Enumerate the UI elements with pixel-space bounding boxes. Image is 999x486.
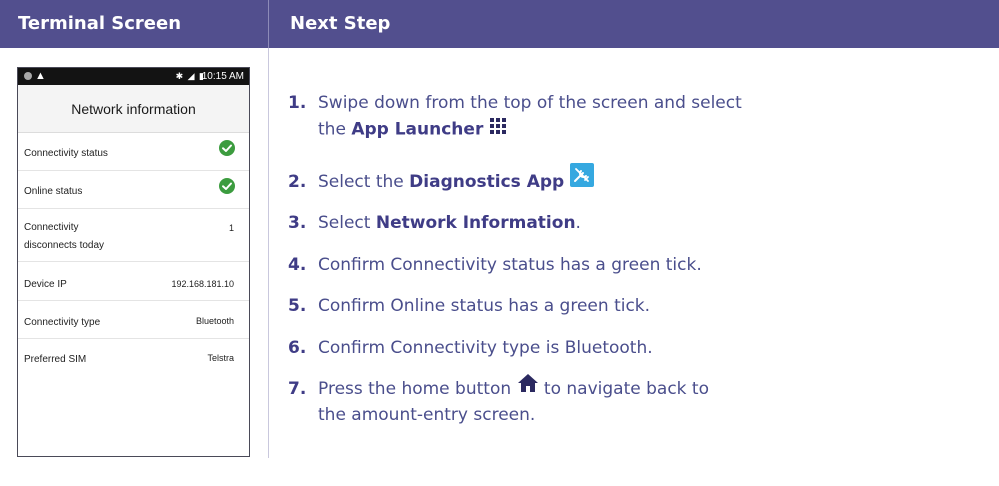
app-launcher-grid-icon bbox=[489, 117, 507, 142]
step-text-suffix: . bbox=[575, 213, 581, 233]
header-divider bbox=[268, 0, 269, 48]
row-label-device-ip: Device IP bbox=[24, 279, 67, 290]
column-divider bbox=[268, 48, 269, 458]
table-header: Terminal Screen Next Step bbox=[0, 0, 999, 48]
row-label-online-status: Online status bbox=[24, 186, 83, 197]
row-value-preferred-sim: Telstra bbox=[207, 353, 234, 363]
notification-dot-icon bbox=[24, 72, 32, 80]
step-text: Confirm Connectivity status has a green … bbox=[318, 255, 702, 275]
step-number: 2. bbox=[288, 172, 307, 192]
step-text-prefix: the bbox=[318, 119, 352, 140]
step-text: Select the Diagnostics App bbox=[318, 162, 594, 194]
step-text-line2: the amount-entry screen. bbox=[318, 405, 536, 425]
row-label-disconnects-today: disconnects today bbox=[24, 240, 105, 251]
step-number: 5. bbox=[288, 296, 307, 316]
step-number: 3. bbox=[288, 213, 307, 233]
home-icon bbox=[517, 373, 539, 400]
step-text-prefix: Press the home button bbox=[318, 379, 512, 399]
step-text: Select Network Information. bbox=[318, 211, 581, 235]
row-divider bbox=[18, 261, 249, 262]
row-label-preferred-sim: Preferred SIM bbox=[24, 354, 87, 365]
row-divider bbox=[18, 300, 249, 301]
step-number: 4. bbox=[288, 255, 307, 275]
row-divider bbox=[18, 208, 249, 209]
row-value-device-ip: 192.168.181.10 bbox=[171, 279, 234, 289]
step-text: Confirm Connectivity type is Bluetooth. bbox=[318, 338, 653, 358]
step-number: 7. bbox=[288, 379, 307, 399]
step-text-line2: the App Launcher bbox=[318, 117, 507, 142]
terminal-screen-heading: Terminal Screen bbox=[18, 13, 182, 34]
row-divider bbox=[18, 338, 249, 339]
step-text: Swipe down from the top of the screen an… bbox=[318, 93, 742, 113]
row-divider bbox=[18, 170, 249, 171]
green-tick-icon bbox=[219, 140, 235, 156]
step-number: 6. bbox=[288, 338, 307, 358]
row-label-connectivity-type: Connectivity type bbox=[24, 317, 101, 328]
app-launcher-label: App Launcher bbox=[351, 119, 484, 140]
row-label-connectivity-status: Connectivity status bbox=[24, 148, 108, 159]
step-text-prefix: Select the bbox=[318, 172, 410, 192]
status-bar: ▲ ✱ ◢ ▮ 10:15 AM bbox=[18, 68, 249, 85]
row-label-connectivity: Connectivity bbox=[24, 222, 79, 233]
warning-icon: ▲ bbox=[35, 70, 46, 82]
step-text-suffix: to navigate back to bbox=[538, 379, 709, 399]
step-text-prefix: Select bbox=[318, 213, 376, 233]
green-tick-icon bbox=[219, 178, 235, 194]
row-value-disconnects: 1 bbox=[228, 223, 234, 233]
row-value-connectivity-type: Bluetooth bbox=[195, 316, 234, 326]
screen-title: Network information bbox=[18, 85, 249, 133]
step-text: Press the home button to navigate back t… bbox=[318, 373, 709, 401]
network-information-label: Network Information bbox=[375, 213, 576, 233]
step-number: 1. bbox=[288, 93, 307, 113]
terminal-screenshot: ▲ ✱ ◢ ▮ 10:15 AM Network information Con… bbox=[17, 67, 250, 457]
status-icons: ✱ ◢ ▮ bbox=[175, 71, 205, 81]
step-text: Confirm Online status has a green tick. bbox=[318, 296, 651, 316]
status-time: 10:15 AM bbox=[201, 71, 244, 82]
next-step-heading: Next Step bbox=[290, 13, 391, 34]
diagnostics-app-icon bbox=[569, 162, 594, 194]
diagnostics-app-label: Diagnostics App bbox=[409, 172, 565, 192]
